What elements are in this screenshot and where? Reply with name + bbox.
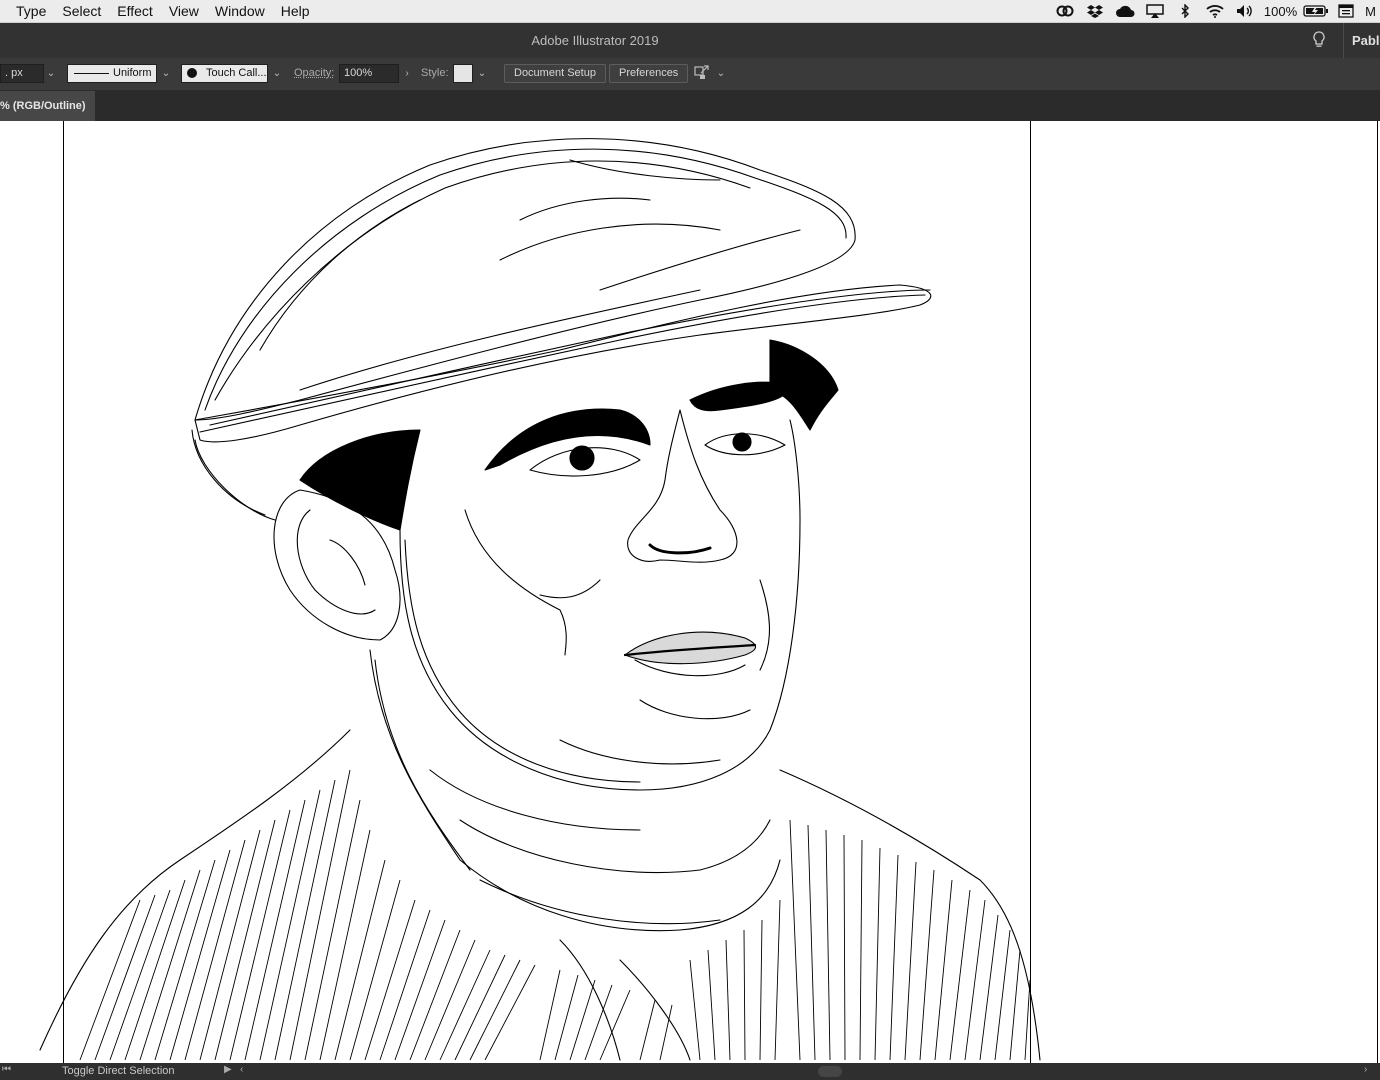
battery-icon[interactable] [1301,0,1331,22]
status-text[interactable]: Toggle Direct Selection [62,1065,175,1077]
menu-select[interactable]: Select [54,0,109,22]
scroll-right-icon[interactable]: › [1364,1064,1367,1075]
style-label: Style: [421,64,449,83]
brush-dot-icon [187,68,197,78]
horizontal-scroll-thumb[interactable] [818,1066,842,1077]
status-menu-arrow-icon[interactable]: ▶ [224,1064,232,1075]
creative-cloud-icon[interactable] [1050,0,1080,22]
battery-percent: 100% [1260,4,1301,19]
menubar-edge-letter[interactable]: M [1361,4,1380,19]
volume-icon[interactable] [1230,0,1260,22]
first-artboard-icon[interactable]: ⏮ [2,1064,11,1075]
brush-dropdown[interactable]: ⌄ [270,64,284,83]
stroke-profile-dropdown[interactable]: ⌄ [159,64,173,83]
app-titlebar: Adobe Illustrator 2019 Pablo [0,23,1380,58]
document-tab-bar: % (RGB/Outline) [0,91,1380,121]
opacity-arrow-icon[interactable]: › [400,64,414,83]
line-portrait-artwork [0,121,1380,1063]
stroke-profile-select[interactable]: Uniform [67,64,157,83]
stroke-weight-dropdown[interactable]: ⌄ [44,64,58,83]
scroll-left-icon[interactable]: ‹ [240,1064,243,1075]
status-bar: ⏮ Toggle Direct Selection ▶ ‹ › [0,1063,1380,1080]
menu-help[interactable]: Help [273,0,318,22]
cloud-icon[interactable] [1110,0,1140,22]
menu-effect[interactable]: Effect [109,0,161,22]
lightbulb-icon[interactable] [1311,31,1327,49]
opacity-label[interactable]: Opacity: [294,64,334,83]
brush-label: Touch Call... [206,65,267,82]
app-title: Adobe Illustrator 2019 [0,33,1190,48]
document-tab[interactable]: % (RGB/Outline) [0,91,95,121]
user-account[interactable]: Pablo [1343,23,1380,58]
menu-view[interactable]: View [161,0,207,22]
artboard-canvas[interactable] [0,121,1380,1063]
dropbox-icon[interactable] [1080,0,1110,22]
arrange-dropdown[interactable]: ⌄ [714,64,728,83]
style-swatch[interactable] [453,64,473,83]
brush-select[interactable]: Touch Call... [181,64,268,83]
control-bar: . px ⌄ Uniform ⌄ Touch Call... ⌄ Opacity… [0,58,1380,91]
wifi-icon[interactable] [1200,0,1230,22]
menu-window[interactable]: Window [207,0,273,22]
menu-type[interactable]: Type [0,0,54,22]
preferences-button[interactable]: Preferences [609,64,688,83]
status-menus: 100% M [1050,0,1380,22]
stroke-weight-field[interactable]: . px [0,64,44,83]
stroke-profile-label: Uniform [113,65,152,82]
menu-extra-icon[interactable] [1331,0,1361,22]
airplay-icon[interactable] [1140,0,1170,22]
stroke-profile-line-icon [74,73,109,74]
style-dropdown[interactable]: ⌄ [475,64,489,83]
bluetooth-icon[interactable] [1170,0,1200,22]
document-setup-button[interactable]: Document Setup [504,64,606,83]
opacity-field[interactable]: 100% [339,64,399,83]
macos-menubar: Type Select Effect View Window Help 100% [0,0,1380,23]
arrange-icon[interactable] [694,64,710,83]
